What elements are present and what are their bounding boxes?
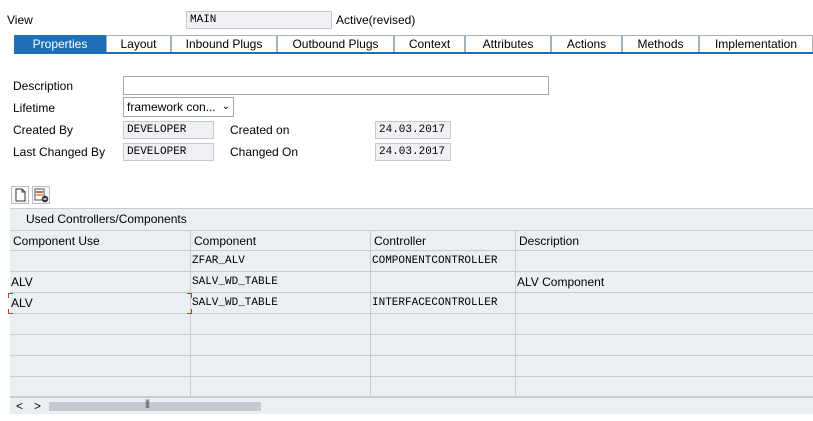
cell-description[interactable] bbox=[516, 377, 813, 397]
tab-outbound-plugs[interactable]: Outbound Plugs bbox=[277, 35, 394, 52]
created-on-field: 24.03.2017 bbox=[375, 121, 451, 139]
column-header-component-use[interactable]: Component Use bbox=[10, 231, 191, 250]
table-row[interactable]: ZFAR_ALV COMPONENTCONTROLLER bbox=[10, 251, 813, 272]
status-text: Active(revised) bbox=[336, 13, 416, 27]
cell-component[interactable] bbox=[191, 377, 371, 397]
focus-corner-mark bbox=[8, 293, 13, 298]
cell-description[interactable] bbox=[516, 335, 813, 355]
cell-component[interactable] bbox=[191, 314, 371, 334]
table-row[interactable] bbox=[10, 335, 813, 356]
lifetime-value: framework con... bbox=[127, 100, 216, 114]
cell-component[interactable] bbox=[191, 356, 371, 376]
tab-inbound-plugs[interactable]: Inbound Plugs bbox=[171, 35, 277, 52]
cell-description[interactable]: ALV Component bbox=[516, 272, 813, 292]
tab-attributes[interactable]: Attributes bbox=[465, 35, 551, 52]
description-label: Description bbox=[13, 79, 74, 93]
cell-component-use[interactable] bbox=[10, 335, 191, 355]
table-row[interactable]: ALV SALV_WD_TABLE ALV Component bbox=[10, 272, 813, 293]
view-label: View bbox=[7, 13, 33, 27]
cell-component-use[interactable] bbox=[10, 314, 191, 334]
cell-controller[interactable]: COMPONENTCONTROLLER bbox=[371, 251, 516, 271]
new-document-icon[interactable] bbox=[11, 186, 29, 204]
tab-context[interactable]: Context bbox=[394, 35, 465, 52]
focus-corner-mark bbox=[187, 293, 192, 298]
scroll-thumb[interactable]: ||| bbox=[49, 398, 261, 411]
cell-component[interactable]: ZFAR_ALV bbox=[191, 251, 371, 271]
cell-component-use[interactable]: ALV bbox=[10, 272, 191, 292]
changed-on-label: Changed On bbox=[230, 145, 299, 159]
cell-component-use[interactable] bbox=[10, 251, 191, 271]
cell-controller[interactable] bbox=[371, 335, 516, 355]
tab-underline bbox=[14, 52, 813, 54]
last-changed-by-field: DEVELOPER bbox=[123, 143, 214, 161]
cell-component-use[interactable] bbox=[10, 377, 191, 397]
table-row[interactable] bbox=[10, 356, 813, 377]
created-by-field: DEVELOPER bbox=[123, 121, 214, 139]
column-header-description[interactable]: Description bbox=[516, 231, 813, 250]
tab-implementation[interactable]: Implementation bbox=[699, 35, 813, 52]
scroll-left-icon[interactable]: < bbox=[16, 398, 23, 414]
tab-strip: Properties Layout Inbound Plugs Outbound… bbox=[14, 35, 813, 53]
tab-layout[interactable]: Layout bbox=[106, 35, 171, 52]
lifetime-select[interactable]: framework con... ⌄ bbox=[123, 97, 234, 117]
cell-component[interactable]: SALV_WD_TABLE bbox=[191, 293, 371, 313]
cell-description[interactable] bbox=[516, 356, 813, 376]
last-changed-by-label: Last Changed By bbox=[13, 145, 106, 159]
table-row[interactable] bbox=[10, 314, 813, 335]
grip-icon: ||| bbox=[145, 398, 150, 408]
cell-controller[interactable] bbox=[371, 272, 516, 292]
cell-description[interactable] bbox=[516, 251, 813, 271]
column-header-controller[interactable]: Controller bbox=[371, 231, 516, 250]
cell-controller[interactable] bbox=[371, 377, 516, 397]
view-name-field: MAIN bbox=[186, 11, 332, 29]
tab-actions[interactable]: Actions bbox=[551, 35, 622, 52]
delete-row-icon[interactable] bbox=[32, 186, 50, 204]
table-row[interactable] bbox=[10, 377, 813, 397]
cell-component[interactable] bbox=[191, 335, 371, 355]
cell-component-use[interactable] bbox=[10, 356, 191, 376]
cell-description[interactable] bbox=[516, 314, 813, 334]
tab-properties[interactable]: Properties bbox=[14, 35, 106, 53]
cell-controller[interactable] bbox=[371, 314, 516, 334]
description-input[interactable] bbox=[123, 76, 549, 95]
tab-methods[interactable]: Methods bbox=[622, 35, 699, 52]
table-header: Component Use Component Controller Descr… bbox=[10, 230, 813, 251]
cell-component[interactable]: SALV_WD_TABLE bbox=[191, 272, 371, 292]
table-title: Used Controllers/Components bbox=[10, 208, 813, 230]
created-by-label: Created By bbox=[13, 123, 74, 137]
cell-component-use[interactable]: ALV bbox=[10, 293, 191, 313]
cell-controller[interactable]: INTERFACECONTROLLER bbox=[371, 293, 516, 313]
lifetime-label: Lifetime bbox=[13, 101, 56, 115]
column-header-component[interactable]: Component bbox=[191, 231, 371, 250]
chevron-down-icon: ⌄ bbox=[221, 101, 230, 112]
changed-on-field: 24.03.2017 bbox=[375, 143, 451, 161]
cell-description[interactable] bbox=[516, 293, 813, 313]
horizontal-scrollbar[interactable]: < > ||| bbox=[10, 397, 813, 414]
scroll-right-icon[interactable]: > bbox=[34, 398, 41, 414]
created-on-label: Created on bbox=[230, 123, 290, 137]
cell-controller[interactable] bbox=[371, 356, 516, 376]
table-row[interactable]: ALV SALV_WD_TABLE INTERFACECONTROLLER bbox=[10, 293, 813, 314]
